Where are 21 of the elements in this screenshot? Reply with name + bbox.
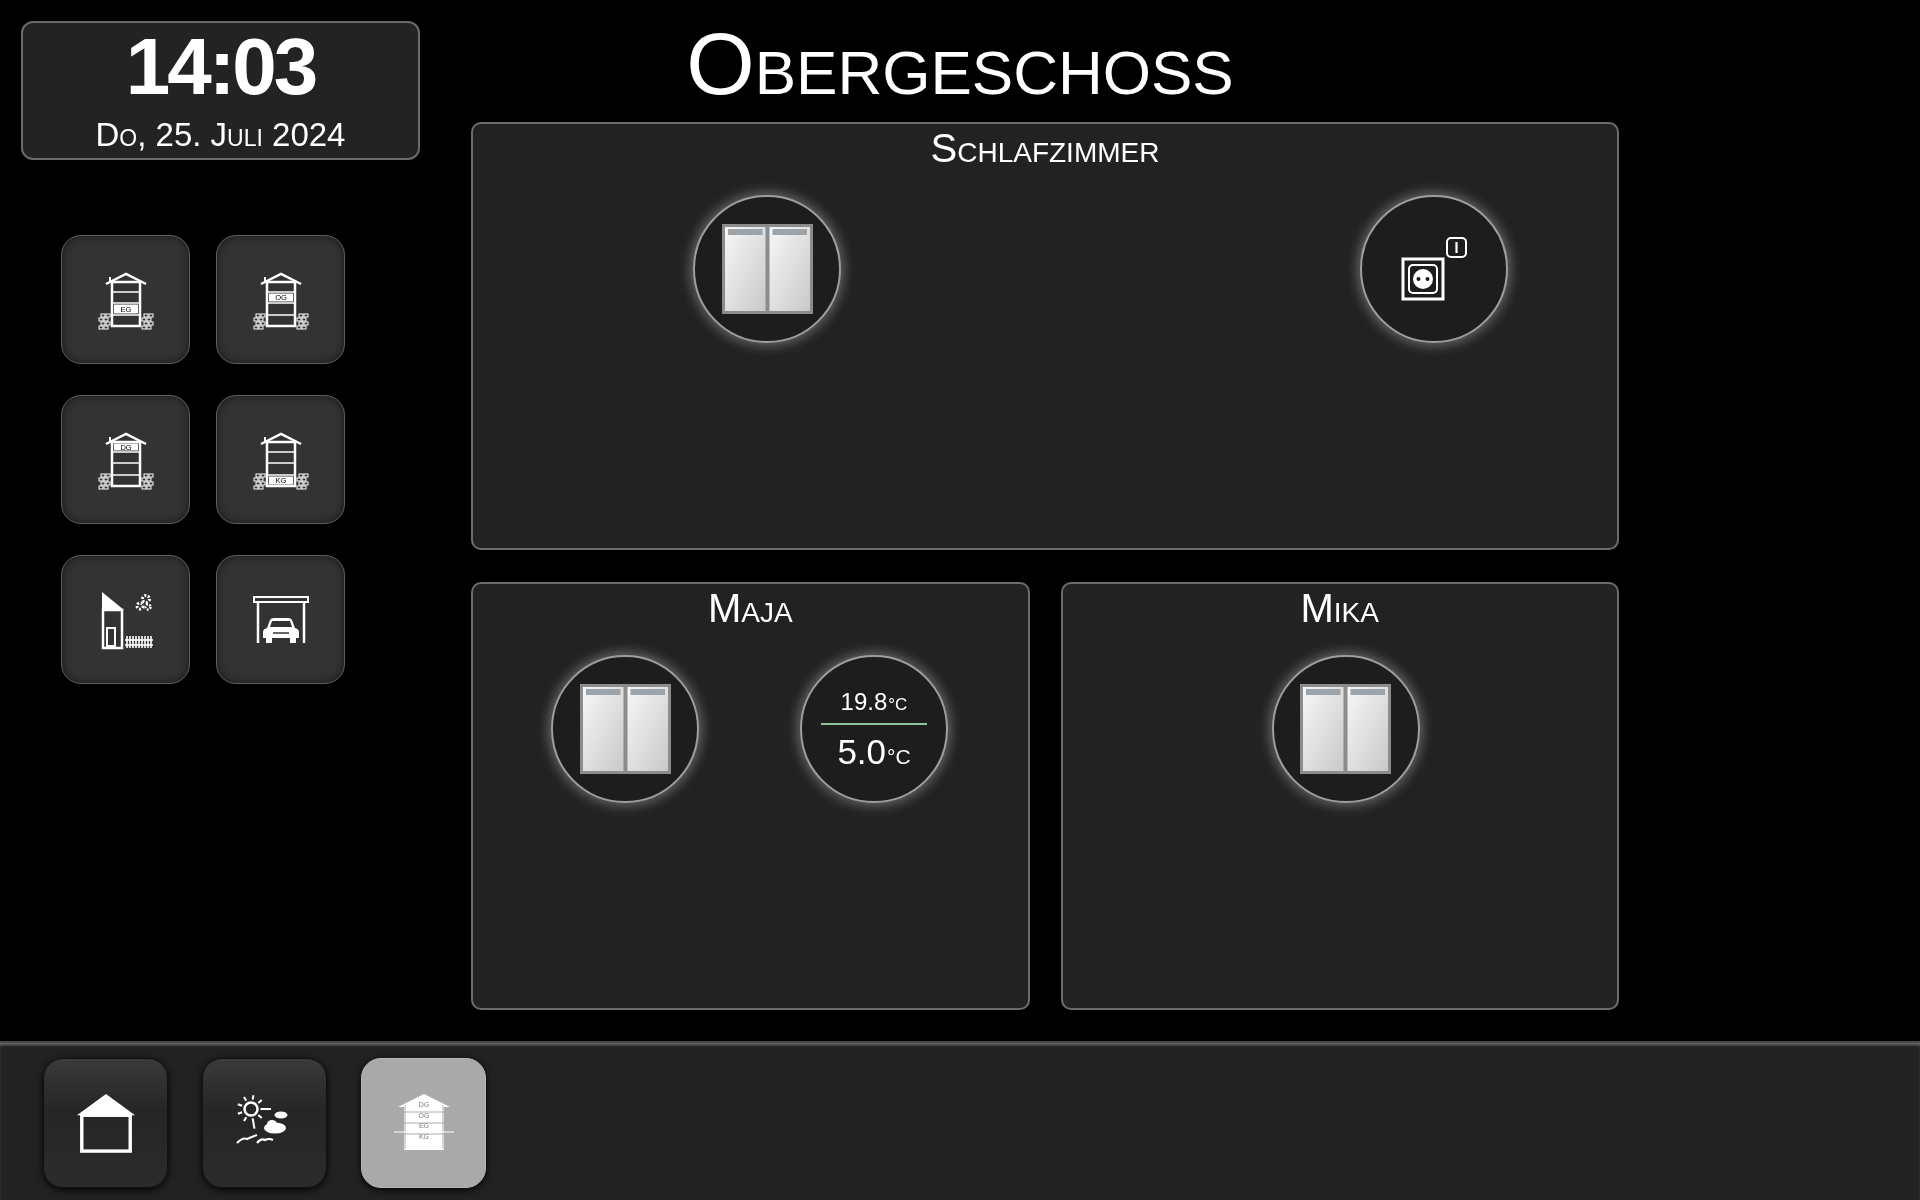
room-title: Mika bbox=[1300, 588, 1379, 628]
home-button[interactable] bbox=[43, 1058, 168, 1188]
socket-button[interactable] bbox=[1360, 195, 1508, 343]
weather-button[interactable] bbox=[202, 1058, 327, 1188]
power-socket-icon bbox=[1401, 257, 1445, 301]
garage-button[interactable] bbox=[216, 555, 345, 684]
window-icon bbox=[1300, 684, 1391, 774]
window-button[interactable] bbox=[1271, 655, 1420, 803]
window-button[interactable] bbox=[551, 655, 699, 803]
window-button[interactable] bbox=[693, 195, 841, 343]
thermostat-button[interactable]: 19.8°C 5.0°C bbox=[800, 655, 948, 803]
room-temperature: 19.8°C bbox=[840, 689, 908, 714]
target-temperature: 5.0°C bbox=[837, 733, 911, 769]
window-icon bbox=[579, 684, 671, 774]
room-title: Schlafzimmer bbox=[930, 128, 1160, 168]
page-title: Obergeschoss bbox=[686, 20, 1234, 108]
room-title: Maja bbox=[707, 588, 793, 628]
clock-time: 14:03 bbox=[125, 27, 316, 107]
window-icon bbox=[721, 224, 813, 314]
garden-button[interactable] bbox=[61, 555, 190, 684]
clock-date: Do, 25. Juli 2024 bbox=[95, 118, 346, 151]
